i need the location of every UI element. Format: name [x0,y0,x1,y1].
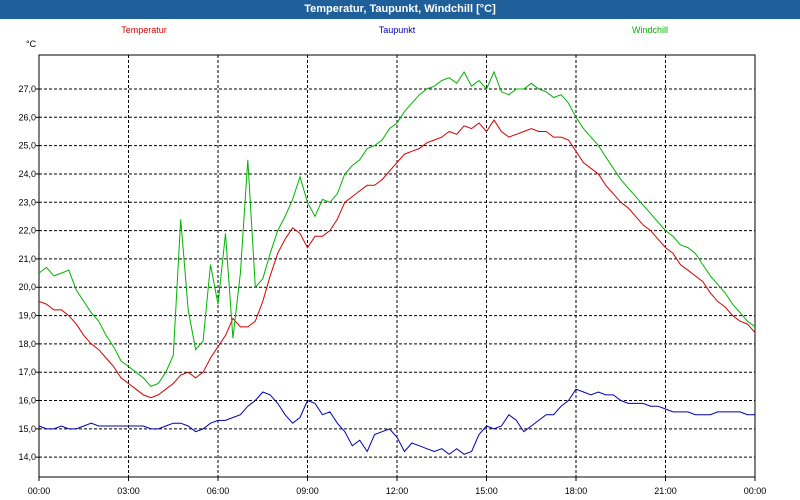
y-tick-label: 21,0 [18,254,36,264]
legend-label-windchill: Windchill [632,25,668,35]
x-tick-time-label: 00:00 [28,486,51,496]
y-tick-label: 18,0 [18,339,36,349]
x-tick-time-label: 06:00 [207,486,230,496]
y-tick-label: 22,0 [18,226,36,236]
chart-window: Temperatur, Taupunkt, Windchill [°C] 14,… [0,0,800,500]
y-tick-label: 19,0 [18,311,36,321]
y-tick-label: 20,0 [18,282,36,292]
y-tick-label: 26,0 [18,112,36,122]
y-tick-label: 25,0 [18,141,36,151]
y-tick-label: 23,0 [18,197,36,207]
y-tick-label: 16,0 [18,396,36,406]
x-tick-time-label: 15:00 [475,486,498,496]
x-tick-time-label: 18:00 [565,486,588,496]
x-tick-time-label: 00:00 [744,486,767,496]
y-tick-label: 15,0 [18,424,36,434]
window-title: Temperatur, Taupunkt, Windchill [°C] [0,0,800,19]
y-tick-label: 24,0 [18,169,36,179]
y-axis-unit-label: °C [26,39,37,49]
legend-label-taupunkt: Taupunkt [379,25,416,35]
x-tick-time-label: 12:00 [386,486,409,496]
y-tick-label: 17,0 [18,367,36,377]
x-tick-time-label: 03:00 [117,486,140,496]
legend-label-temperatur: Temperatur [121,25,167,35]
y-tick-label: 14,0 [18,452,36,462]
x-tick-time-label: 21:00 [654,486,677,496]
x-tick-time-label: 09:00 [296,486,319,496]
line-chart: 14,0 15,0 16,0 17,0 18,0 19,0 20,0 21,0 22,0 23,0… [18,25,767,496]
y-tick-label: 27,0 [18,84,36,94]
